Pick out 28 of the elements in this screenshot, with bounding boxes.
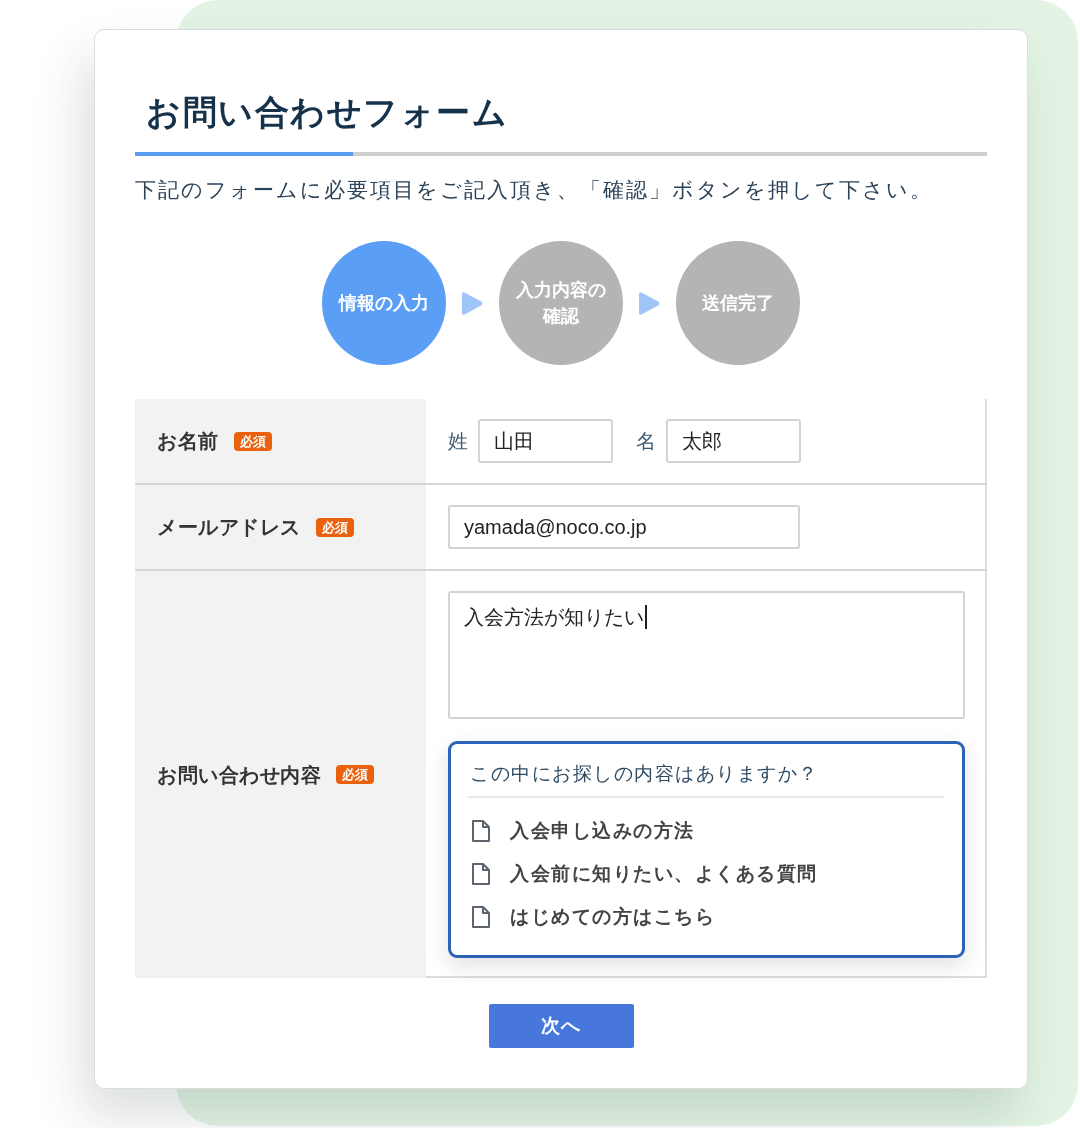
- form-title: お問い合わせフォーム: [145, 92, 509, 132]
- suggestion-link[interactable]: はじめての方はこちら: [468, 895, 715, 938]
- arrow-icon: [462, 291, 483, 315]
- arrow-icon: [639, 291, 660, 315]
- email-field[interactable]: yamada@noco.co.jp: [448, 505, 800, 549]
- required-badge: 必須: [315, 517, 354, 537]
- document-icon: [472, 862, 490, 885]
- document-icon: [472, 819, 490, 842]
- step-indicator: 送信完了: [676, 241, 800, 365]
- required-badge: 必須: [233, 431, 272, 451]
- name-field[interactable]: 太郎: [666, 419, 801, 463]
- field-label: お名前: [157, 429, 219, 454]
- next-button[interactable]: 次へ: [488, 1004, 634, 1048]
- field-label: メールアドレス: [157, 515, 301, 540]
- required-badge: 必須: [336, 765, 374, 784]
- field-label: お問い合わせ内容: [157, 762, 321, 788]
- text-cursor-icon: [645, 605, 647, 629]
- suggestion-link[interactable]: 入会前に知りたい、よくある質問: [468, 852, 818, 895]
- name-part-label: 姓: [448, 429, 468, 454]
- step-indicator: 情報の入力: [322, 241, 446, 365]
- suggestion-heading: この中にお探しの内容はありますか？: [469, 762, 820, 786]
- intro-text: 下記のフォームに必要項目をご記入頂き、「確認」ボタンを押して下さい。: [135, 177, 934, 203]
- document-icon: [472, 905, 490, 928]
- name-field[interactable]: 山田: [478, 419, 613, 463]
- message-field[interactable]: 入会方法が知りたい: [448, 591, 965, 719]
- step-indicator: 入力内容の確認: [499, 241, 623, 365]
- name-part-label: 名: [636, 429, 656, 454]
- suggestion-link[interactable]: 入会申し込みの方法: [468, 809, 695, 852]
